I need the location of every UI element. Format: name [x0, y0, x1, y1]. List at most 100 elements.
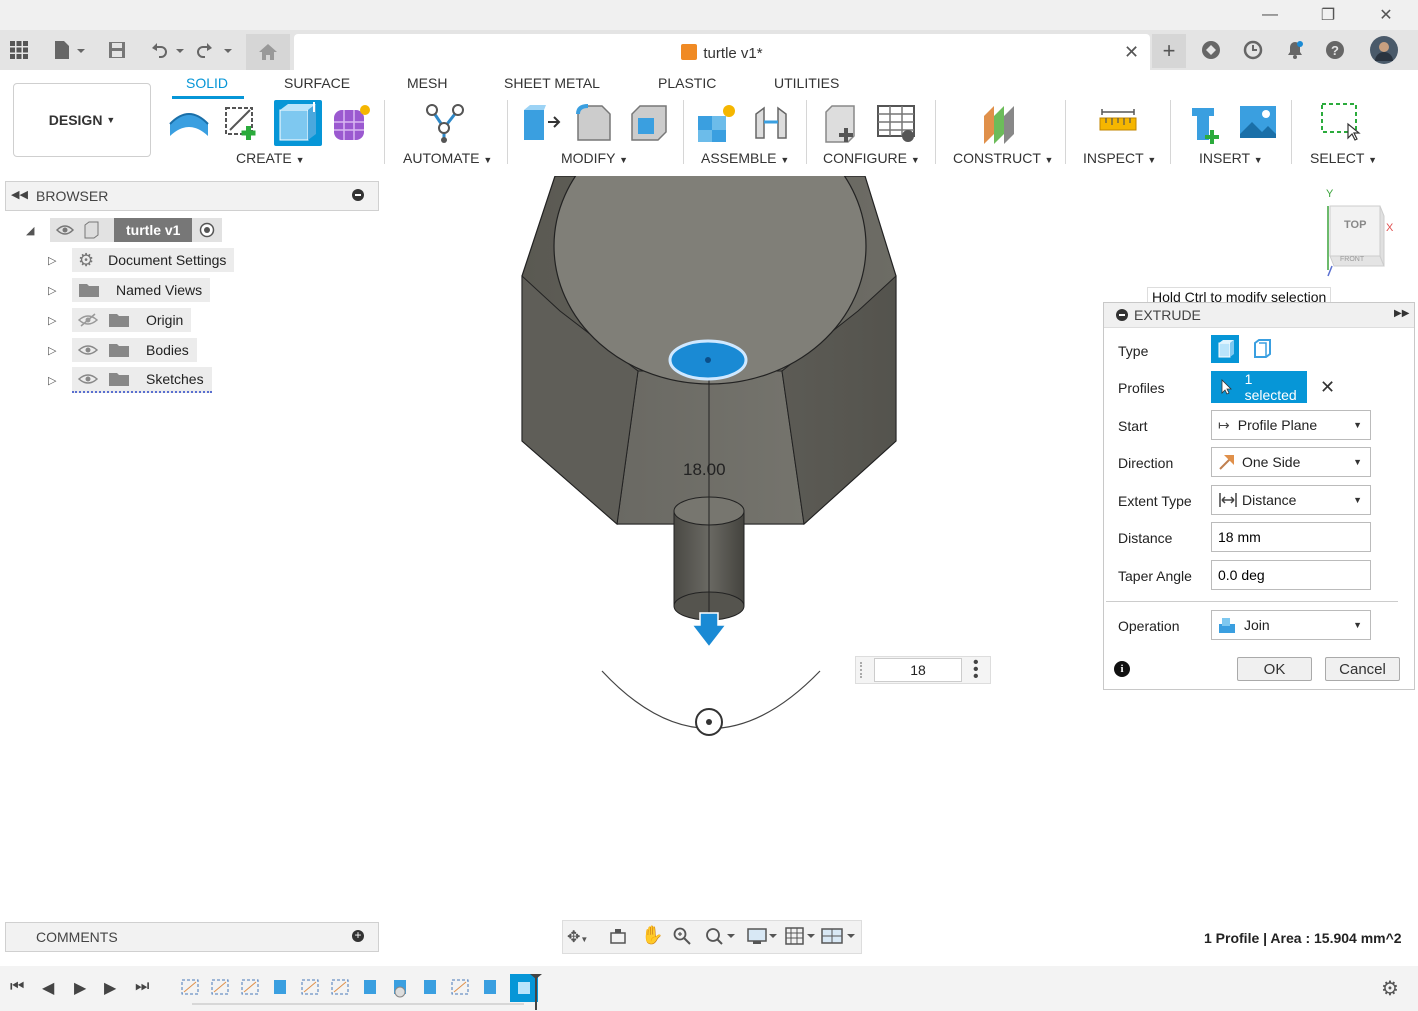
- extent-type-select[interactable]: Distance ▼: [1211, 485, 1371, 515]
- collapsed-triangle-icon[interactable]: ▷: [48, 374, 58, 387]
- hidden-eye-icon[interactable]: [78, 313, 98, 327]
- collapse-browser-icon[interactable]: ◀◀: [11, 188, 28, 201]
- zoom-window-icon[interactable]: [705, 927, 735, 948]
- create-form-icon[interactable]: [330, 102, 370, 142]
- pan-hand-icon[interactable]: ✋: [641, 925, 663, 946]
- undo-icon[interactable]: [146, 36, 186, 64]
- construct-menu[interactable]: CONSTRUCT ▼: [953, 150, 1053, 166]
- view-cube[interactable]: TOP FRONT Y X: [1318, 186, 1398, 286]
- taper-angle-field[interactable]: [1211, 560, 1371, 590]
- type-solid-button[interactable]: [1211, 335, 1239, 363]
- model-viewport[interactable]: [380, 176, 1100, 776]
- workspace-design-button[interactable]: DESIGN ▼: [13, 83, 151, 157]
- browser-root-item[interactable]: ◢ turtle v1: [26, 218, 223, 242]
- info-icon[interactable]: i: [1114, 661, 1130, 677]
- notifications-bell-icon[interactable]: [1282, 36, 1308, 64]
- browser-item-named-views[interactable]: ▷ Named Views: [48, 278, 211, 302]
- display-settings-icon[interactable]: [747, 927, 777, 948]
- apps-grid-icon[interactable]: [6, 36, 32, 64]
- automate-menu[interactable]: AUTOMATE ▼: [403, 150, 492, 166]
- extensions-icon[interactable]: [1198, 36, 1224, 64]
- close-icon[interactable]: ✕: [1363, 0, 1409, 30]
- grid-settings-icon[interactable]: [785, 927, 815, 948]
- browser-item-bodies[interactable]: ▷ Bodies: [48, 338, 197, 362]
- distance-onscreen-input[interactable]: 18: [874, 658, 962, 682]
- dialog-minimize-icon[interactable]: [1116, 309, 1128, 321]
- activate-radio-icon[interactable]: [192, 218, 223, 242]
- help-icon[interactable]: ?: [1322, 36, 1348, 64]
- tab-mesh[interactable]: MESH: [407, 75, 447, 91]
- tab-solid[interactable]: SOLID: [186, 75, 228, 91]
- tab-surface[interactable]: SURFACE: [284, 75, 350, 91]
- start-select[interactable]: ↦ Profile Plane ▼: [1211, 410, 1371, 440]
- go-to-end-icon[interactable]: ⏭: [135, 978, 149, 996]
- look-at-icon[interactable]: [609, 927, 627, 948]
- create-menu[interactable]: CREATE ▼: [236, 150, 305, 166]
- type-thin-button[interactable]: [1247, 335, 1275, 363]
- visibility-eye-icon[interactable]: [78, 343, 98, 357]
- collapsed-triangle-icon[interactable]: ▷: [48, 254, 58, 267]
- ok-button[interactable]: OK: [1237, 657, 1312, 681]
- create-sketch-icon[interactable]: [222, 102, 262, 142]
- profiles-selection-button[interactable]: 1 selected: [1211, 371, 1307, 403]
- automate-icon[interactable]: [424, 102, 464, 143]
- browser-item-sketches[interactable]: ▷ Sketches: [48, 367, 212, 393]
- add-comment-icon[interactable]: +: [352, 929, 364, 942]
- cancel-button[interactable]: Cancel: [1325, 657, 1400, 681]
- visibility-eye-icon[interactable]: [78, 372, 98, 386]
- insert-canvas-icon[interactable]: [1238, 102, 1278, 142]
- play-icon[interactable]: ▶: [74, 978, 86, 998]
- measure-icon[interactable]: [1098, 102, 1138, 142]
- extrude-dialog-header[interactable]: EXTRUDE ▶▶: [1104, 303, 1414, 328]
- viewcube-top-face[interactable]: TOP: [1344, 219, 1366, 231]
- insert-menu[interactable]: INSERT ▼: [1199, 150, 1263, 166]
- shell-icon[interactable]: [628, 102, 668, 142]
- document-tab[interactable]: turtle v1* ✕: [294, 34, 1150, 70]
- close-tab-icon[interactable]: ✕: [1124, 42, 1139, 63]
- tab-plastic[interactable]: PLASTIC: [658, 75, 716, 91]
- step-back-icon[interactable]: ◀: [42, 978, 54, 998]
- browser-panel-header[interactable]: ◀◀ BROWSER: [5, 181, 379, 211]
- extrude-icon[interactable]: [274, 100, 322, 146]
- window-select-icon[interactable]: [1320, 102, 1361, 142]
- collapsed-triangle-icon[interactable]: ▷: [48, 344, 58, 357]
- press-pull-icon[interactable]: [520, 102, 561, 142]
- expand-dialog-icon[interactable]: ▶▶: [1394, 308, 1409, 319]
- viewcube-front-face[interactable]: FRONT: [1340, 256, 1364, 263]
- select-menu[interactable]: SELECT ▼: [1310, 150, 1377, 166]
- redo-icon[interactable]: [194, 36, 234, 64]
- inspect-menu[interactable]: INSPECT ▼: [1083, 150, 1156, 166]
- tab-utilities[interactable]: UTILITIES: [774, 75, 839, 91]
- new-component-icon[interactable]: [696, 102, 736, 142]
- go-to-start-icon[interactable]: ⏮: [10, 978, 24, 996]
- orbit-icon[interactable]: ✥▼: [567, 927, 588, 947]
- assemble-menu[interactable]: ASSEMBLE ▼: [701, 150, 789, 166]
- save-icon[interactable]: [104, 36, 130, 64]
- offset-plane-icon[interactable]: [980, 102, 1020, 144]
- distance-field[interactable]: [1211, 522, 1371, 552]
- timeline-features[interactable]: [178, 974, 548, 1010]
- browser-item-document-settings[interactable]: ▷ ⚙ Document Settings: [48, 248, 235, 272]
- minimize-icon[interactable]: —: [1247, 0, 1293, 30]
- browser-item-origin[interactable]: ▷ Origin: [48, 308, 192, 332]
- more-options-icon[interactable]: • • •: [973, 655, 979, 685]
- new-tab-plus-icon[interactable]: +: [1152, 34, 1186, 68]
- configuration-table-icon[interactable]: [876, 102, 916, 142]
- job-status-icon[interactable]: [1240, 36, 1266, 64]
- modify-menu[interactable]: MODIFY ▼: [561, 150, 628, 166]
- collapsed-triangle-icon[interactable]: ▷: [48, 314, 58, 327]
- viewports-icon[interactable]: [821, 927, 857, 948]
- visibility-eye-icon[interactable]: [56, 224, 74, 236]
- tab-sheet-metal[interactable]: SHEET METAL: [504, 75, 600, 91]
- configure-menu[interactable]: CONFIGURE ▼: [823, 150, 920, 166]
- home-icon[interactable]: [246, 34, 290, 70]
- configure-icon[interactable]: [822, 102, 862, 143]
- insert-mcmaster-icon[interactable]: [1186, 102, 1226, 144]
- comments-panel-header[interactable]: COMMENTS +: [5, 922, 379, 952]
- direction-select[interactable]: One Side ▼: [1211, 447, 1371, 477]
- clear-selection-icon[interactable]: ✕: [1320, 377, 1335, 398]
- collapsed-triangle-icon[interactable]: ▷: [48, 284, 58, 297]
- zoom-icon[interactable]: [673, 927, 691, 948]
- operation-select[interactable]: Join ▼: [1211, 610, 1371, 640]
- expanded-triangle-icon[interactable]: ◢: [26, 224, 36, 237]
